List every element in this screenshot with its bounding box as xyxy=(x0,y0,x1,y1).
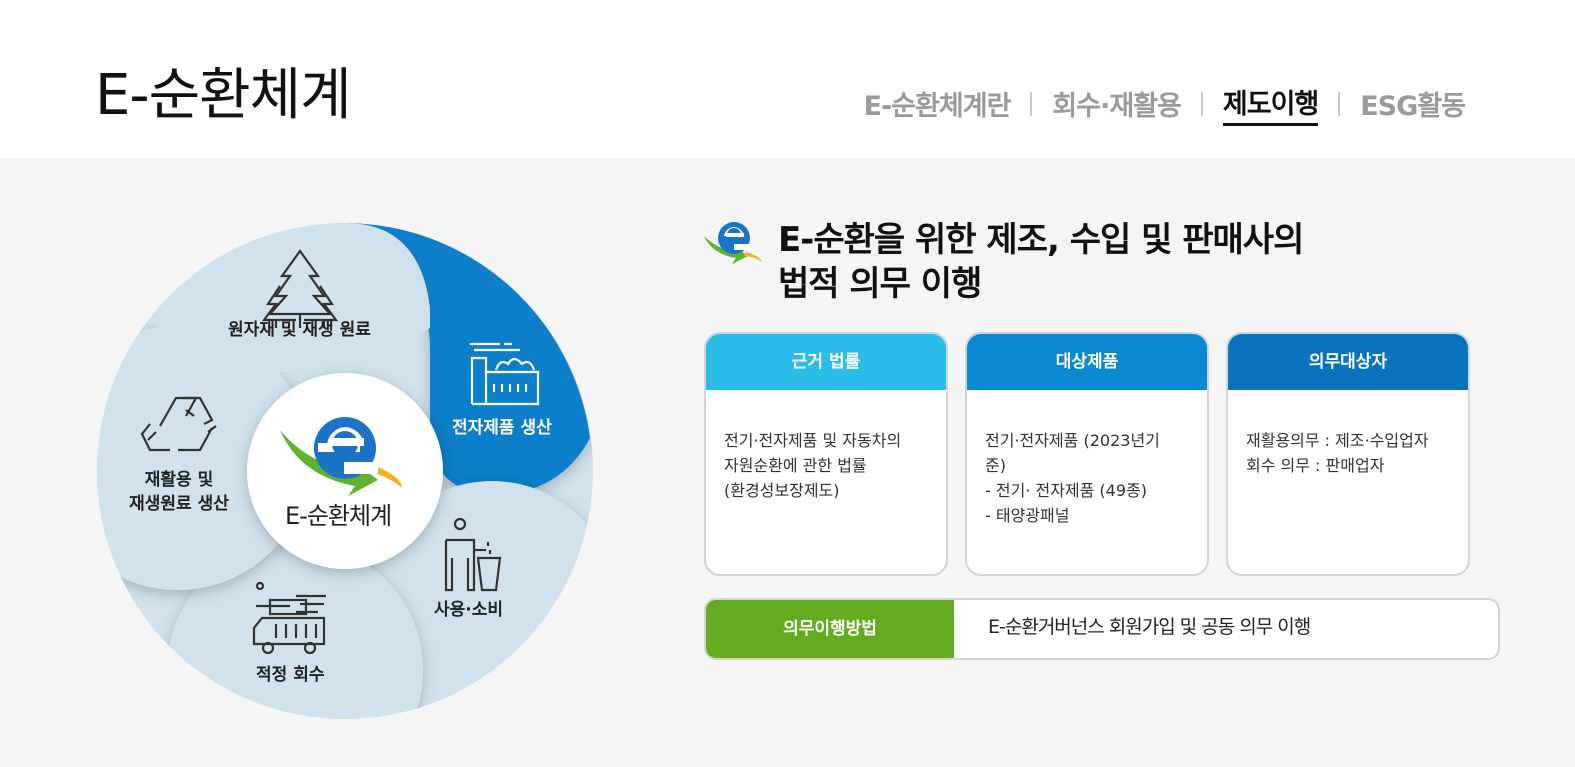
compliance-method-bar: 의무이행방법 E-순환거버넌스 회원가입 및 공동 의무 이행 xyxy=(704,598,1500,660)
tab-e-cycle-intro[interactable]: E-순환체계란 xyxy=(864,84,1012,125)
cycle-center-label: E-순환체계 xyxy=(285,502,392,530)
card-line: 준) xyxy=(985,456,1006,475)
cycle-label-consumption: 사용·소비 xyxy=(434,600,504,620)
cycle-label-recycling: 재활용 및 재생원료 생산 xyxy=(120,468,238,516)
section-heading-line2: 법적 의무 이행 xyxy=(778,264,982,304)
main-content: 원자재 및 재생 원료 전자제품 생산 사용·소비 적정 회수 재활용 및 재생… xyxy=(0,158,1575,767)
card-header: 근거 법률 xyxy=(706,334,946,390)
compliance-method-label: 의무이행방법 xyxy=(706,600,954,658)
compliance-method-text: E-순환거버넌스 회원가입 및 공동 의무 이행 xyxy=(988,616,1311,638)
tab-divider xyxy=(1030,92,1033,116)
card-line: - 전기· 전자제품 (49종) xyxy=(985,481,1148,500)
tab-divider xyxy=(1338,92,1341,116)
card-line: - 태양광패널 xyxy=(985,506,1070,525)
tab-collection-recycling[interactable]: 회수·재활용 xyxy=(1052,84,1181,125)
tab-divider xyxy=(1200,92,1203,116)
card-line: 전기·전자제품 (2023년기 xyxy=(985,431,1160,450)
card-line: 회수 의무 : 판매업자 xyxy=(1246,456,1385,475)
section-heading: E-순환을 위한 제조, 수입 및 판매사의 법적 의무 이행 xyxy=(778,218,1304,306)
card-line: 자원순환에 관한 법률 xyxy=(724,456,867,475)
cycle-label-recycling-line2: 재생원료 생산 xyxy=(129,494,229,514)
card-line: 전기·전자제품 및 자동차의 xyxy=(724,431,902,450)
card-body: 전기·전자제품 (2023년기 준) - 전기· 전자제품 (49종) - 태양… xyxy=(967,390,1207,528)
tab-esg-activities[interactable]: ESG활동 xyxy=(1360,84,1466,125)
cycle-label-raw-material: 원자재 및 재생 원료 xyxy=(228,320,371,340)
card-header: 의무대상자 xyxy=(1228,334,1468,390)
tab-system-compliance[interactable]: 제도이행 xyxy=(1222,82,1319,126)
section-heading-line1: E-순환을 위한 제조, 수입 및 판매사의 xyxy=(778,220,1304,260)
cycle-label-recycling-line1: 재활용 및 xyxy=(144,470,214,490)
cycle-label-production: 전자제품 생산 xyxy=(452,418,552,438)
card-header: 대상제품 xyxy=(967,334,1207,390)
card-body: 전기·전자제품 및 자동차의 자원순환에 관한 법률 (환경성보장제도) xyxy=(706,390,946,503)
card-legal-basis: 근거 법률 전기·전자제품 및 자동차의 자원순환에 관한 법률 (환경성보장제… xyxy=(704,332,948,576)
card-body: 재활용의무 : 제조·수입업자 회수 의무 : 판매업자 xyxy=(1228,390,1468,478)
e-cycle-small-logo-icon xyxy=(704,222,762,264)
sub-navigation: E-순환체계란 회수·재활용 제도이행 ESG활동 xyxy=(864,82,1466,126)
page-title: E-순환체계 xyxy=(95,63,352,128)
card-line: (환경성보장제도) xyxy=(724,481,840,500)
cycle-label-collection: 적정 회수 xyxy=(256,665,325,685)
header: E-순환체계 E-순환체계란 회수·재활용 제도이행 ESG활동 xyxy=(0,0,1575,158)
card-obligated-parties: 의무대상자 재활용의무 : 제조·수입업자 회수 의무 : 판매업자 xyxy=(1226,332,1470,576)
card-target-products: 대상제품 전기·전자제품 (2023년기 준) - 전기· 전자제품 (49종)… xyxy=(965,332,1209,576)
card-line: 재활용의무 : 제조·수입업자 xyxy=(1246,431,1429,450)
